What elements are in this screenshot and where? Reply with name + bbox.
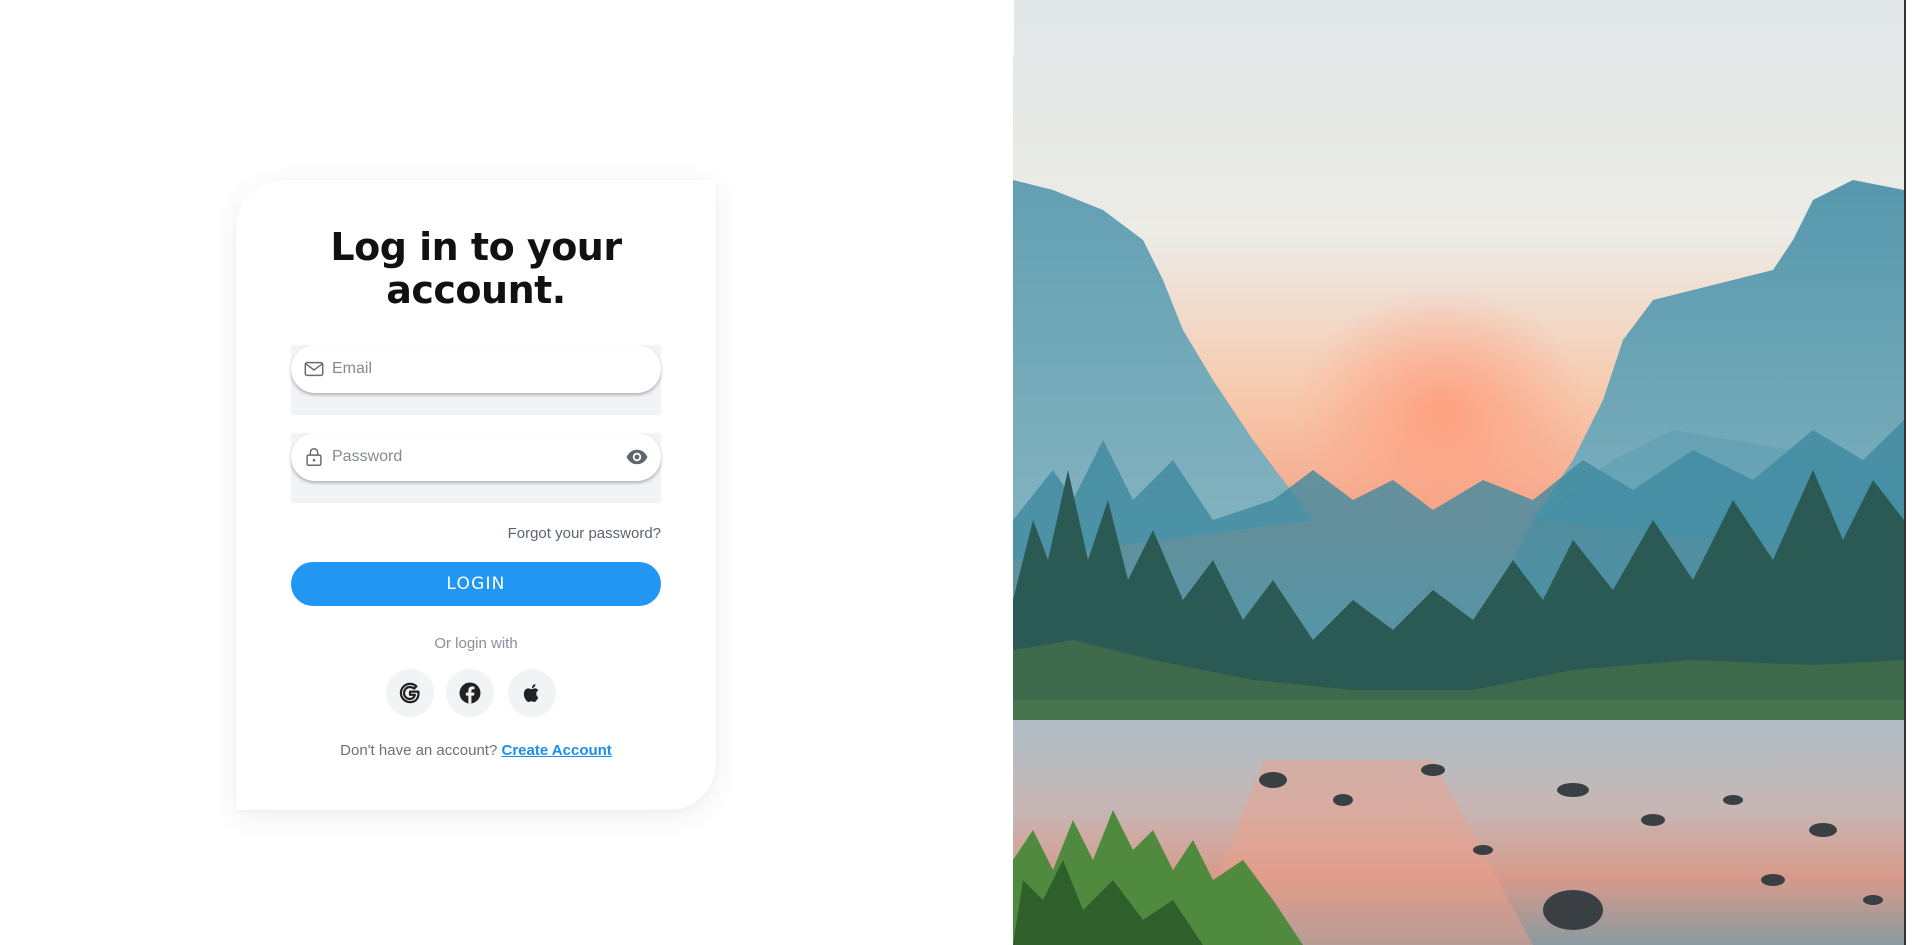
login-card: Log in to your account. Email Forgot you… [236, 180, 716, 810]
lock-icon [306, 448, 322, 466]
signup-prompt-text: Don't have an account? [340, 742, 498, 759]
password-field-container [291, 433, 661, 503]
create-account-link[interactable]: Create Account [502, 742, 612, 759]
signup-prompt: Don't have an account? Create Account [236, 742, 716, 759]
apple-login-button[interactable] [508, 669, 556, 717]
email-field-container [291, 345, 661, 415]
title-line-2: account. [386, 268, 566, 312]
hero-landscape-image [1013, 0, 1904, 945]
page-title: Log in to your account. [236, 226, 716, 312]
google-icon [399, 682, 420, 704]
social-login-group [236, 669, 716, 717]
google-login-button[interactable] [386, 669, 434, 717]
forgot-password-link[interactable]: Forgot your password? [508, 525, 661, 542]
eye-icon[interactable] [625, 445, 649, 469]
password-input[interactable] [332, 433, 602, 481]
email-field[interactable] [291, 345, 661, 393]
mail-icon [304, 361, 324, 377]
social-divider-text: Or login with [434, 635, 518, 652]
apple-icon [523, 684, 539, 703]
email-input[interactable] [332, 345, 602, 393]
login-page: Log in to your account. Email Forgot you… [0, 0, 1914, 945]
facebook-icon [459, 682, 481, 704]
login-button[interactable]: LOGIN [291, 562, 661, 606]
window-edge-line [1904, 0, 1906, 945]
title-line-1: Log in to your [330, 225, 622, 269]
password-field[interactable] [291, 433, 661, 481]
facebook-login-button[interactable] [446, 669, 494, 717]
